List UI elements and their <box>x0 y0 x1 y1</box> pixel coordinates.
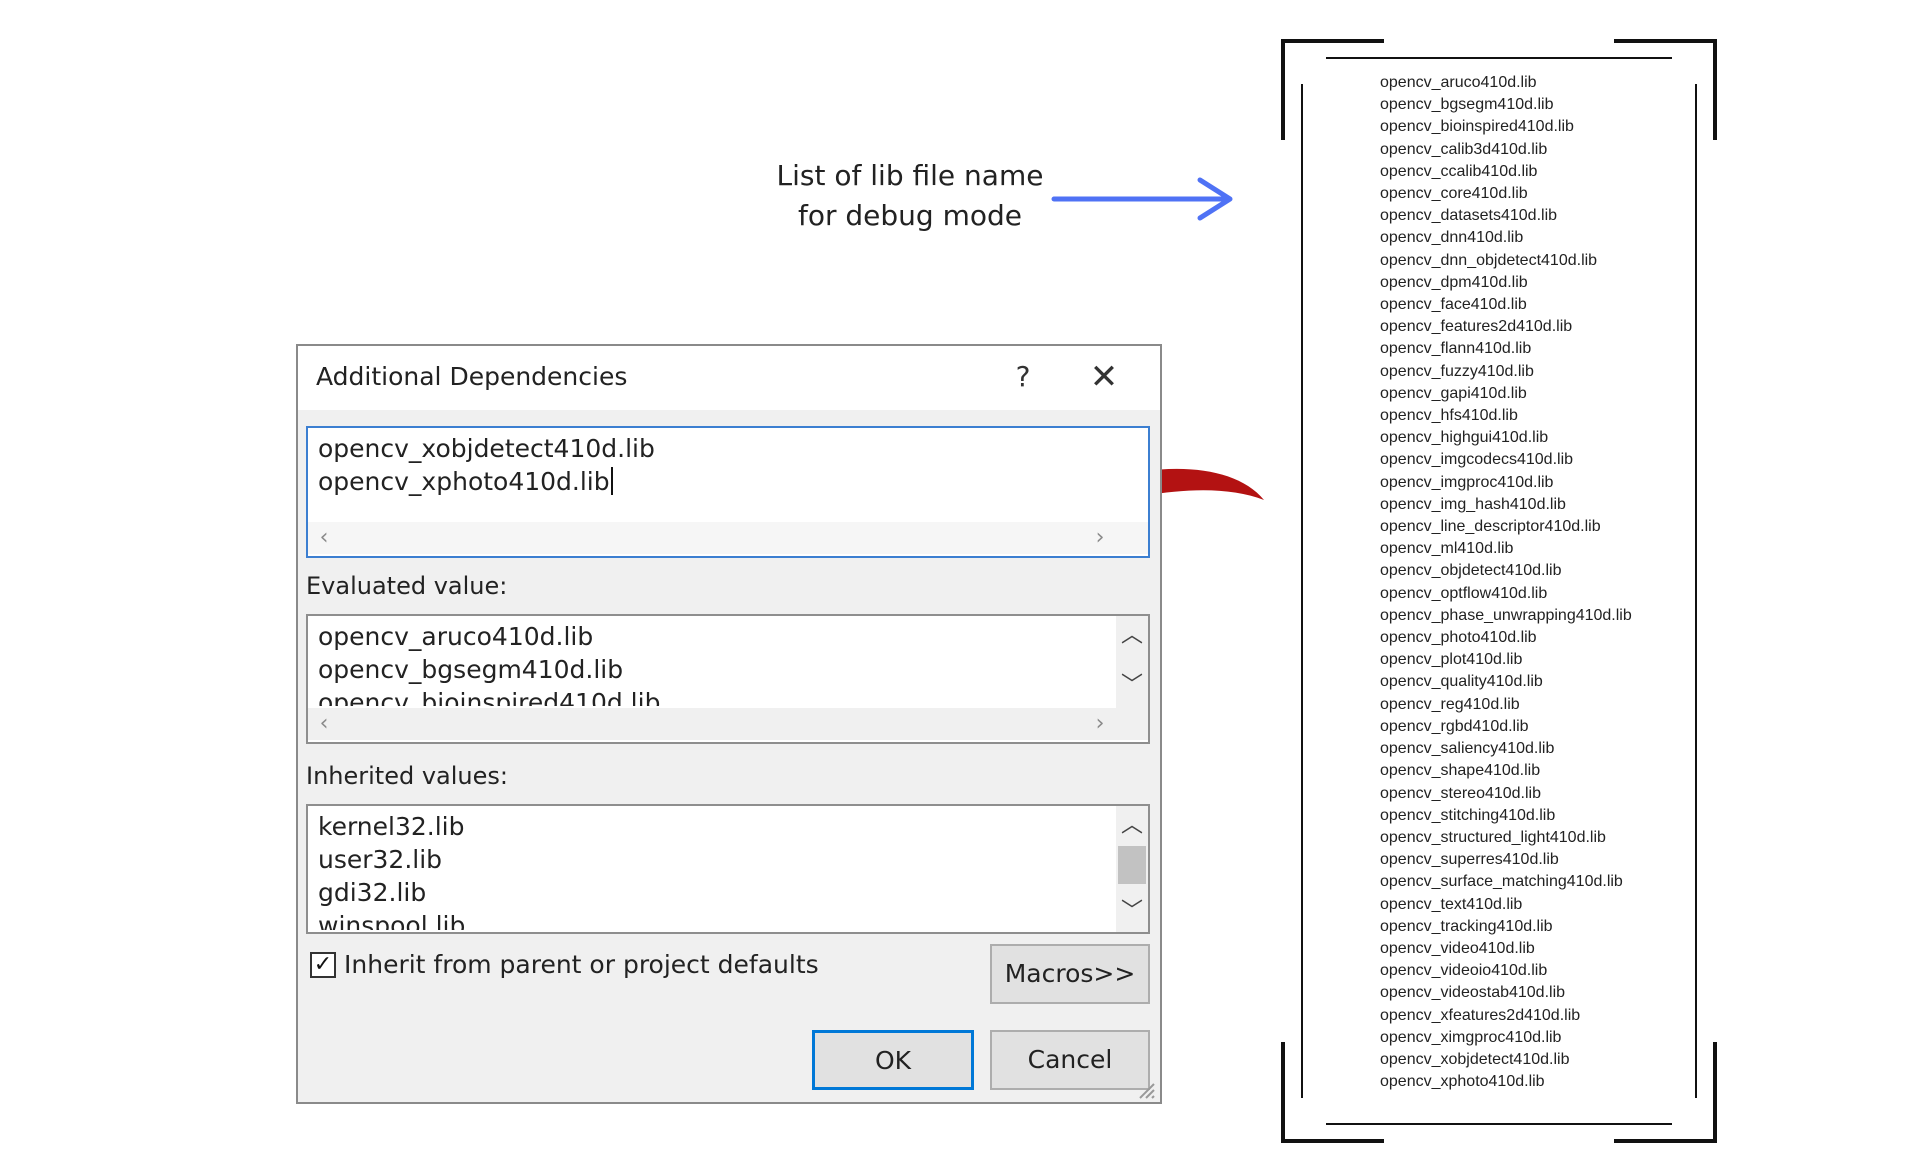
lib-list-item: opencv_imgcodecs410d.lib <box>1380 451 1574 469</box>
lib-list-item: opencv_structured_light410d.lib <box>1380 828 1606 846</box>
lib-list-item: opencv_rgbd410d.lib <box>1380 717 1529 735</box>
macros-button[interactable]: Macros>> <box>990 944 1150 1004</box>
evaluated-lines: opencv_aruco410d.lib opencv_bgsegm410d.l… <box>318 620 1114 706</box>
annotation-caption: List of lib file name for debug mode <box>770 156 1050 236</box>
ok-button[interactable]: OK <box>812 1030 974 1090</box>
lib-list-item: opencv_shape410d.lib <box>1380 762 1541 780</box>
lib-list-item: opencv_optflow410d.lib <box>1380 584 1548 602</box>
lib-list-item: opencv_line_descriptor410d.lib <box>1380 518 1601 536</box>
lib-list-panel: opencv_aruco410d.lib opencv_bgsegm410d.li… <box>1280 38 1718 1144</box>
lib-list-item: opencv_bioinspired410d.lib <box>1380 118 1574 136</box>
lib-list-item: opencv_core410d.lib <box>1380 185 1528 203</box>
lib-list-item: opencv_text410d.lib <box>1380 895 1523 913</box>
scroll-left-icon[interactable]: ‹ <box>308 708 340 740</box>
lib-list-item: opencv_ximgproc410d.lib <box>1380 1028 1562 1046</box>
checkmark-icon: ✓ <box>313 952 333 977</box>
scroll-right-icon[interactable]: › <box>1084 522 1116 554</box>
lib-file-list: opencv_aruco410d.lib opencv_bgsegm410d.li… <box>1380 72 1710 1093</box>
lib-list-item: opencv_stereo410d.lib <box>1380 784 1542 802</box>
evaluated-value-box: opencv_aruco410d.lib opencv_bgsegm410d.l… <box>306 614 1150 744</box>
scroll-left-icon[interactable]: ‹ <box>308 522 340 554</box>
edit-horizontal-scrollbar[interactable]: ‹ › <box>308 522 1148 554</box>
lib-list-item: opencv_phase_unwrapping410d.lib <box>1380 606 1632 624</box>
scroll-up-icon[interactable]: ︿ <box>1116 620 1148 652</box>
close-icon: ✕ <box>1089 357 1119 397</box>
lib-list-item: opencv_ccalib410d.lib <box>1380 162 1538 180</box>
list-item: user32.lib <box>318 845 443 874</box>
scroll-right-icon[interactable]: › <box>1084 708 1116 740</box>
lib-list-item: opencv_quality410d.lib <box>1380 673 1543 691</box>
dependencies-edit-box[interactable]: opencv_xobjdetect410d.lib opencv_xphoto4… <box>306 426 1150 558</box>
additional-dependencies-dialog: Additional Dependencies ? ✕ opencv_xobjd… <box>296 344 1162 1104</box>
help-button[interactable]: ? <box>998 352 1048 402</box>
dialog-titlebar: Additional Dependencies ? ✕ <box>298 346 1160 410</box>
resize-grip-icon[interactable] <box>1134 1078 1156 1100</box>
list-item: opencv_bgsegm410d.lib <box>318 655 624 684</box>
scroll-down-icon[interactable]: ﹀ <box>1116 896 1148 928</box>
lib-list-item: opencv_fuzzy410d.lib <box>1380 362 1534 380</box>
lib-list-item: opencv_videostab410d.lib <box>1380 984 1566 1002</box>
caption-line-1: List of lib file name <box>776 159 1044 192</box>
lib-list-item: opencv_img_hash410d.lib <box>1380 495 1566 513</box>
scroll-thumb[interactable] <box>1118 846 1146 884</box>
lib-list-item: opencv_xphoto410d.lib <box>1380 1073 1545 1091</box>
lib-list-item: opencv_dpm410d.lib <box>1380 273 1528 291</box>
lib-list-item: opencv_bgsegm410d.lib <box>1380 96 1554 114</box>
list-item: opencv_bioinspired410d.lib <box>318 688 661 706</box>
caption-line-2: for debug mode <box>798 199 1022 232</box>
lib-list-item: opencv_datasets410d.lib <box>1380 207 1558 225</box>
lib-list-item: opencv_dnn410d.lib <box>1380 229 1524 247</box>
lib-list-item: opencv_gapi410d.lib <box>1380 384 1527 402</box>
list-item: gdi32.lib <box>318 878 427 907</box>
lib-list-item: opencv_saliency410d.lib <box>1380 740 1555 758</box>
text-caret <box>610 467 613 495</box>
lib-list-item: opencv_surface_matching410d.lib <box>1380 873 1623 891</box>
list-item: opencv_aruco410d.lib <box>318 622 594 651</box>
lib-list-item: opencv_xobjdetect410d.lib <box>1380 1050 1570 1068</box>
evaluated-horizontal-scrollbar[interactable]: ‹ › <box>308 708 1148 740</box>
edit-line: opencv_xphoto410d.lib <box>318 465 1114 498</box>
inherit-checkbox[interactable]: ✓ <box>310 952 336 978</box>
lib-list-item: opencv_imgproc410d.lib <box>1380 473 1554 491</box>
list-item: kernel32.lib <box>318 812 465 841</box>
scroll-down-icon[interactable]: ﹀ <box>1116 670 1148 702</box>
inherited-lines: kernel32.lib user32.lib gdi32.lib winspo… <box>318 810 1114 930</box>
close-button[interactable]: ✕ <box>1074 352 1134 402</box>
lib-list-item: opencv_aruco410d.lib <box>1380 74 1537 91</box>
cancel-button[interactable]: Cancel <box>990 1030 1150 1090</box>
lib-list-item: opencv_reg410d.lib <box>1380 695 1520 713</box>
lib-list-item: opencv_tracking410d.lib <box>1380 917 1553 935</box>
lib-list-item: opencv_superres410d.lib <box>1380 851 1559 869</box>
lib-list-item: opencv_dnn_objdetect410d.lib <box>1380 251 1598 269</box>
lib-list-item: opencv_video410d.lib <box>1380 939 1535 957</box>
lib-list-item: opencv_photo410d.lib <box>1380 629 1537 647</box>
inherited-vertical-scrollbar[interactable]: ︿ ﹀ <box>1116 806 1148 932</box>
dialog-title: Additional Dependencies <box>316 362 628 391</box>
edit-line: opencv_xobjdetect410d.lib <box>318 434 655 463</box>
lib-list-item: opencv_videoio410d.lib <box>1380 962 1548 980</box>
lib-list-item: opencv_ml410d.lib <box>1380 540 1514 558</box>
scroll-up-icon[interactable]: ︿ <box>1116 810 1148 842</box>
inherited-values-label: Inherited values: <box>306 762 508 790</box>
lib-list-item: opencv_objdetect410d.lib <box>1380 562 1562 580</box>
blue-arrow-icon <box>1051 177 1233 221</box>
evaluated-value-label: Evaluated value: <box>306 572 508 600</box>
lib-list-item: opencv_highgui410d.lib <box>1380 429 1549 447</box>
list-item: winspool.lib <box>318 911 466 930</box>
inherit-checkbox-label: Inherit from parent or project defaults <box>344 950 819 979</box>
lib-list-item: opencv_xfeatures2d410d.lib <box>1380 1006 1581 1024</box>
edit-lines: opencv_xobjdetect410d.lib opencv_xphoto4… <box>318 432 1114 514</box>
lib-list-item: opencv_plot410d.lib <box>1380 651 1523 669</box>
lib-list-item: opencv_stitching410d.lib <box>1380 806 1556 824</box>
lib-list-item: opencv_calib3d410d.lib <box>1380 140 1548 158</box>
lib-list-item: opencv_face410d.lib <box>1380 296 1527 314</box>
inherited-values-box: kernel32.lib user32.lib gdi32.lib winspo… <box>306 804 1150 934</box>
lib-list-item: opencv_flann410d.lib <box>1380 340 1532 358</box>
lib-list-item: opencv_hfs410d.lib <box>1380 407 1518 425</box>
lib-list-item: opencv_features2d410d.lib <box>1380 318 1573 336</box>
evaluated-vertical-scrollbar[interactable]: ︿ ﹀ <box>1116 616 1148 708</box>
